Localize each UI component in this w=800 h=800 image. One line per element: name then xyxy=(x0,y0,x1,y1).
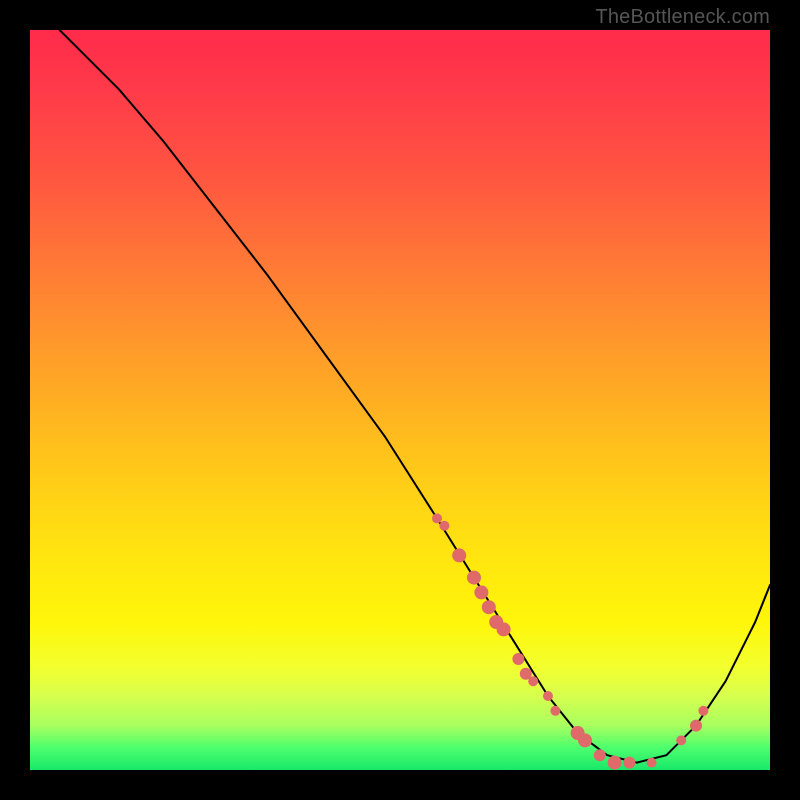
curve-marker xyxy=(578,733,592,747)
curve-marker xyxy=(452,548,466,562)
curve-marker xyxy=(467,571,481,585)
curve-marker xyxy=(474,585,488,599)
chart-frame: TheBottleneck.com xyxy=(0,0,800,800)
curve-marker xyxy=(608,756,622,770)
curve-marker xyxy=(432,513,442,523)
curve-marker xyxy=(647,758,657,768)
curve-marker xyxy=(512,653,524,665)
curve-marker xyxy=(623,757,635,769)
curve-marker xyxy=(482,600,496,614)
plot-area xyxy=(30,30,770,770)
curve-marker xyxy=(543,691,553,701)
bottleneck-curve xyxy=(30,30,770,770)
curve-marker xyxy=(594,749,606,761)
curve-marker xyxy=(550,706,560,716)
curve-marker xyxy=(439,521,449,531)
curve-marker xyxy=(690,720,702,732)
curve-marker xyxy=(497,622,511,636)
attribution-label: TheBottleneck.com xyxy=(595,6,770,29)
curve-marker xyxy=(698,706,708,716)
curve-markers xyxy=(432,513,708,769)
curve-marker xyxy=(676,735,686,745)
curve-line xyxy=(60,30,770,763)
curve-marker xyxy=(528,676,538,686)
